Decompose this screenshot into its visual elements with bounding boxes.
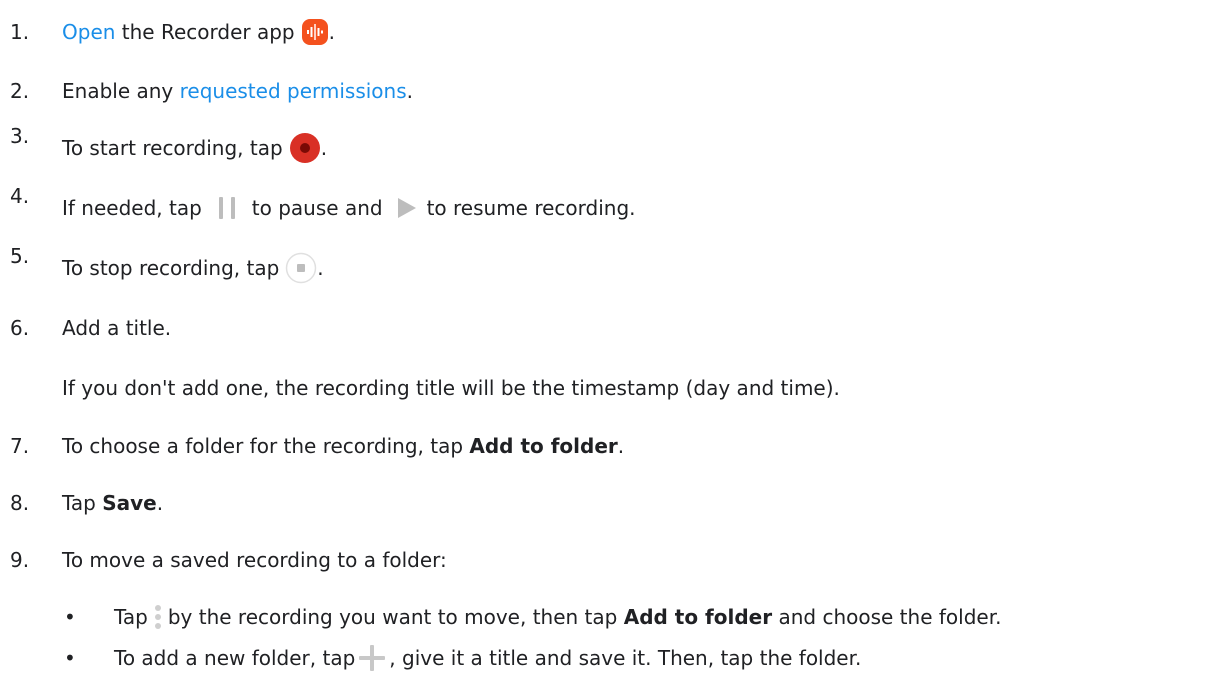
bullet-text: To add a new folder, tap (114, 646, 356, 670)
bullet-text-mid: by the recording you want to move, then … (167, 605, 618, 629)
bullet-mark: • (64, 605, 76, 629)
add-to-folder-label: Add to folder (623, 605, 773, 629)
step-end: . (617, 434, 625, 458)
bullet-text: Tap (114, 605, 148, 629)
step-text: To start recording, tap (62, 136, 283, 160)
step-text-post: to resume recording. (426, 196, 636, 220)
step-number: 3. (10, 124, 30, 148)
step-end: . (328, 20, 335, 44)
step-number: 2. (10, 79, 30, 103)
step-text: To stop recording, tap (62, 256, 280, 280)
step-end: . (406, 79, 413, 103)
step-number: 8. (10, 491, 30, 515)
step-note: If you don't add one, the recording titl… (62, 376, 840, 400)
stop-icon (286, 252, 317, 284)
pause-icon (218, 197, 235, 219)
step-number: 5. (10, 244, 30, 268)
bullet-text-post: and choose the folder. (778, 605, 1002, 629)
step-text: To move a saved recording to a folder: (62, 548, 447, 572)
step-text: Tap (62, 491, 96, 515)
step-text: To choose a folder for the recording, ta… (62, 434, 464, 458)
step-text: Enable any (62, 79, 174, 103)
step-number: 1. (10, 20, 30, 44)
play-icon (397, 198, 416, 218)
step-text: the Recorder app (121, 20, 295, 44)
step-number: 6. (10, 316, 30, 340)
step-number: 9. (10, 548, 30, 572)
record-icon (289, 133, 320, 163)
open-link[interactable]: Open (62, 20, 115, 44)
step-end: . (320, 136, 328, 160)
step-number: 4. (10, 184, 30, 208)
more-vert-icon (154, 605, 161, 629)
step-end: . (156, 491, 164, 515)
step-text: If needed, tap (62, 196, 202, 220)
step-number: 7. (10, 434, 30, 458)
requested-permissions-link[interactable]: requested permissions (180, 79, 407, 103)
recorder-instructions: 1. Open the Recorder app . 2. Enable any… (0, 0, 1210, 684)
step-text-mid: to pause and (251, 196, 383, 220)
step-end: . (317, 256, 324, 280)
plus-icon (359, 645, 386, 671)
add-to-folder-label: Add to folder (469, 434, 618, 458)
recorder-app-icon (301, 19, 328, 45)
step-text: Add a title. (62, 316, 172, 340)
bullet-mark: • (64, 646, 76, 670)
bullet-text-post: , give it a title and save it. Then, tap… (389, 646, 862, 670)
save-label: Save (102, 491, 157, 515)
